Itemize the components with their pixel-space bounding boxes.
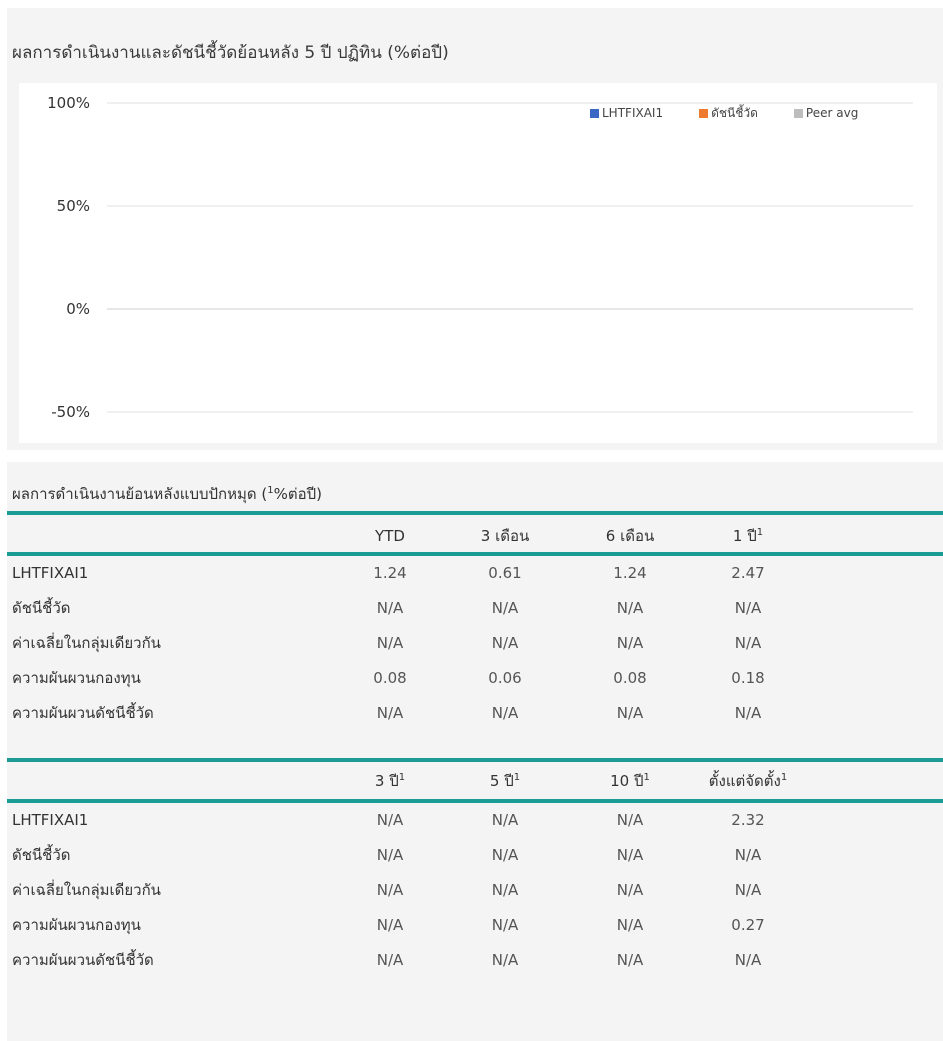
table-cell: N/A — [376, 846, 404, 864]
table-cell: 0.18 — [731, 669, 765, 687]
table-cell: N/A — [376, 951, 404, 969]
row-label: ค่าเฉลี่ยในกลุ่มเดียวกัน — [12, 881, 161, 899]
footnote-marker: 1 — [513, 772, 521, 783]
header-since-inception: ตั้งแต่จัดตั้ง1 — [708, 772, 788, 790]
table-cell: N/A — [616, 599, 644, 617]
table-cell: N/A — [616, 811, 644, 829]
header-10-years: 10 ปี1 — [610, 772, 650, 790]
row-label: ค่าเฉลี่ยในกลุ่มเดียวกัน — [12, 634, 161, 652]
table-cell: N/A — [734, 704, 762, 722]
table-title-text: ผลการดำเนินงานย้อนหลังแบบปักหมุด ( — [12, 485, 268, 503]
table-cell: 0.06 — [488, 669, 522, 687]
performance-chart: 100% 50% 0% -50% — [47, 94, 913, 421]
table-cell: 0.27 — [731, 916, 765, 934]
table-divider — [7, 799, 943, 803]
table-cell: N/A — [734, 951, 762, 969]
table-cell: N/A — [616, 951, 644, 969]
row-label: LHTFIXAI1 — [12, 811, 89, 829]
row-label: ความผันผวนดัชนีชี้วัด — [12, 704, 154, 722]
row-label: ความผันผวนกองทุน — [12, 669, 141, 687]
table-cell: N/A — [491, 951, 519, 969]
legend-label-peer-avg: Peer avg — [805, 106, 859, 120]
footnote-marker: 1 — [756, 527, 764, 538]
header-3-months: 3 เดือน — [480, 527, 530, 545]
table-cell: N/A — [491, 704, 519, 722]
row-label: ดัชนีชี้วัด — [12, 599, 71, 617]
header-5-years: 5 ปี1 — [489, 772, 521, 790]
table-row-benchmark: ดัชนีชี้วัด N/A N/A N/A N/A — [7, 592, 943, 624]
table-header-row: 3 ปี1 5 ปี1 10 ปี1 ตั้งแต่จัดตั้ง1 — [7, 765, 943, 797]
table-cell: N/A — [734, 846, 762, 864]
table-cell: N/A — [491, 916, 519, 934]
legend-label-fund: LHTFIXAI1 — [602, 106, 664, 120]
table-cell: N/A — [491, 634, 519, 652]
table-cell: N/A — [491, 846, 519, 864]
performance-chart-panel: ผลการดำเนินงานและดัชนีชี้วัดย้อนหลัง 5 ป… — [7, 8, 943, 450]
header-ytd: YTD — [375, 527, 405, 545]
y-tick-label: -50% — [51, 403, 90, 421]
table-cell: N/A — [616, 846, 644, 864]
table-cell: N/A — [376, 881, 404, 899]
table-cell: N/A — [376, 634, 404, 652]
table-cell: 1.24 — [613, 564, 647, 582]
table-cell: 1.24 — [373, 564, 407, 582]
table-cell: N/A — [734, 599, 762, 617]
table-cell: N/A — [376, 916, 404, 934]
table-divider — [7, 552, 943, 556]
legend-item-fund[interactable]: LHTFIXAI1 — [590, 106, 663, 120]
row-label: LHTFIXAI1 — [12, 564, 89, 582]
table-divider — [7, 511, 943, 515]
legend-label-benchmark: ดัชนีชี้วัด — [711, 105, 758, 120]
row-label: ความผันผวนดัชนีชี้วัด — [12, 951, 154, 969]
table-cell: N/A — [734, 634, 762, 652]
table-cell: N/A — [616, 881, 644, 899]
y-tick-label: 100% — [47, 94, 90, 112]
table-row-fund: LHTFIXAI1 N/A N/A N/A 2.32 — [7, 804, 943, 836]
table-cell: N/A — [616, 704, 644, 722]
table-row-fund-volatility: ความผันผวนกองทุน 0.08 0.06 0.08 0.18 — [7, 662, 943, 694]
table-cell: N/A — [616, 916, 644, 934]
row-label: ดัชนีชี้วัด — [12, 846, 71, 864]
table-cell: 2.32 — [731, 811, 765, 829]
table-cell: N/A — [376, 599, 404, 617]
header-3-years: 3 ปี1 — [374, 772, 406, 790]
table-divider — [7, 758, 943, 762]
table-cell: 0.08 — [613, 669, 647, 687]
table-row-fund: LHTFIXAI1 1.24 0.61 1.24 2.47 — [7, 557, 943, 589]
table-cell: 2.47 — [731, 564, 765, 582]
legend-swatch-fund — [590, 108, 599, 118]
y-tick-label: 50% — [57, 197, 90, 215]
table-row-fund-volatility: ความผันผวนกองทุน N/A N/A N/A 0.27 — [7, 909, 943, 941]
table-cell: 0.61 — [488, 564, 522, 582]
table-title-suffix: %ต่อปี) — [273, 485, 323, 503]
table-cell: N/A — [491, 811, 519, 829]
table-cell: 0.08 — [373, 669, 407, 687]
y-tick-label: 0% — [66, 300, 90, 318]
table-cell: N/A — [491, 881, 519, 899]
table-cell: N/A — [376, 811, 404, 829]
footnote-marker: 1 — [643, 772, 650, 783]
legend-item-peer-avg[interactable]: Peer avg — [793, 106, 859, 120]
header-6-months: 6 เดือน — [605, 527, 655, 545]
table-row-benchmark-volatility: ความผันผวนดัชนีชี้วัด N/A N/A N/A N/A — [7, 697, 943, 729]
footnote-marker: 1 — [780, 772, 788, 783]
chart-legend: LHTFIXAI1 ดัชนีชี้วัด Peer avg — [590, 103, 858, 123]
table-row-benchmark: ดัชนีชี้วัด N/A N/A N/A N/A — [7, 839, 943, 871]
table-row-peer-average: ค่าเฉลี่ยในกลุ่มเดียวกัน N/A N/A N/A N/A — [7, 874, 943, 906]
table-cell: N/A — [616, 634, 644, 652]
legend-swatch-peer-avg — [793, 108, 803, 118]
table-cell: N/A — [734, 881, 762, 899]
table-row-benchmark-volatility: ความผันผวนดัชนีชี้วัด N/A N/A N/A N/A — [7, 944, 943, 976]
header-1-year: 1 ปี1 — [732, 527, 764, 545]
legend-swatch-benchmark — [699, 108, 709, 118]
pinned-performance-panel: ผลการดำเนินงานย้อนหลังแบบปักหมุด ( 1 %ต่อป… — [7, 462, 943, 1041]
table-cell: N/A — [491, 599, 519, 617]
row-label: ความผันผวนกองทุน — [12, 916, 141, 934]
table-cell: N/A — [376, 704, 404, 722]
table-row-peer-average: ค่าเฉลี่ยในกลุ่มเดียวกัน N/A N/A N/A N/A — [7, 627, 943, 659]
table-header-row: YTD 3 เดือน 6 เดือน 1 ปี1 — [7, 520, 943, 552]
footnote-marker: 1 — [398, 772, 406, 783]
legend-item-benchmark[interactable]: ดัชนีชี้วัด — [699, 104, 758, 123]
table-title: ผลการดำเนินงานย้อนหลังแบบปักหมุด (1%ต่อป… — [12, 482, 322, 506]
